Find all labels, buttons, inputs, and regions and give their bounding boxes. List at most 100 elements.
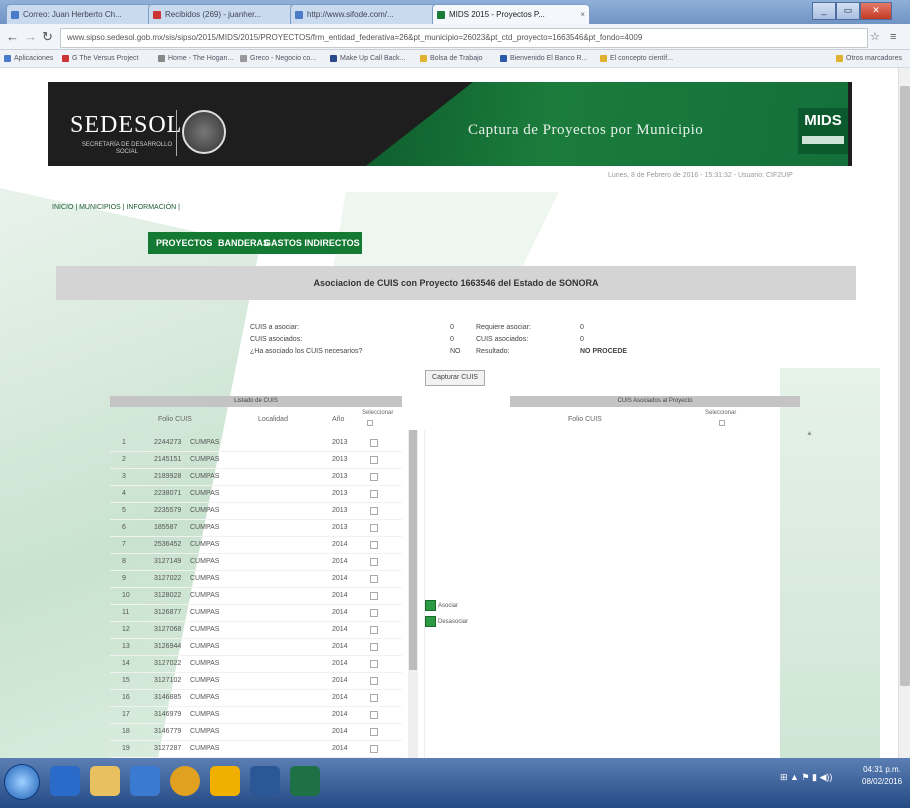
- reload-icon[interactable]: ↻: [42, 29, 53, 45]
- folder-icon[interactable]: [210, 766, 240, 796]
- list-scrollbar[interactable]: [408, 430, 418, 758]
- bookmark-item[interactable]: Greco - Negocio co...: [240, 50, 316, 67]
- row-checkbox[interactable]: [370, 575, 378, 583]
- breadcrumb[interactable]: INICIO | MUNICIPIOS | INFORMACIÓN |: [52, 204, 180, 211]
- cuis-locality: CUMPAS: [190, 575, 220, 582]
- table-row[interactable]: 4 2238071 CUMPAS 2013: [110, 485, 402, 503]
- bookmark-item[interactable]: Otros marcadores: [836, 50, 902, 67]
- scroll-up-icon[interactable]: ▲: [806, 430, 813, 437]
- row-checkbox[interactable]: [370, 558, 378, 566]
- cuis-list: 1 2244273 CUMPAS 2013 2 2145151 CUMPAS 2013 3 218…: [110, 434, 402, 758]
- chrome-icon[interactable]: [170, 766, 200, 796]
- row-number: 6: [122, 524, 126, 531]
- bookmark-item[interactable]: Make Up Call Back...: [330, 50, 405, 67]
- bookmark-item[interactable]: El concepto científ...: [600, 50, 673, 67]
- file-explorer-icon[interactable]: [90, 766, 120, 796]
- cuis-locality: CUMPAS: [190, 677, 220, 684]
- select-all-checkbox[interactable]: [719, 420, 725, 426]
- section-title: Asociacion de CUIS con Proyecto 1663546 …: [313, 278, 599, 288]
- row-checkbox[interactable]: [370, 745, 378, 753]
- clock[interactable]: 04:31 p.m. 08/02/2016: [862, 764, 902, 788]
- row-checkbox[interactable]: [370, 456, 378, 464]
- select-all-checkbox[interactable]: [367, 420, 373, 426]
- close-tab-icon[interactable]: ×: [580, 5, 585, 25]
- list-scrollbar-thumb[interactable]: [409, 430, 417, 670]
- bookmark-star-icon[interactable]: ☆: [870, 29, 880, 45]
- row-checkbox[interactable]: [370, 507, 378, 515]
- row-number: 5: [122, 507, 126, 514]
- row-checkbox[interactable]: [370, 490, 378, 498]
- row-checkbox[interactable]: [370, 660, 378, 668]
- table-row[interactable]: 11 3126877 CUMPAS 2014: [110, 604, 402, 622]
- row-checkbox[interactable]: [370, 728, 378, 736]
- table-row[interactable]: 10 3128022 CUMPAS 2014: [110, 587, 402, 605]
- associate-button[interactable]: Asociar: [425, 600, 458, 611]
- table-row[interactable]: 2 2145151 CUMPAS 2013: [110, 451, 402, 469]
- table-row[interactable]: 18 3146779 CUMPAS 2014: [110, 723, 402, 741]
- forward-icon[interactable]: →: [24, 29, 37, 45]
- media-player-icon[interactable]: [130, 766, 160, 796]
- table-row[interactable]: 17 3146979 CUMPAS 2014: [110, 706, 402, 724]
- cuis-locality: CUMPAS: [190, 728, 220, 735]
- row-checkbox[interactable]: [370, 677, 378, 685]
- row-checkbox[interactable]: [370, 592, 378, 600]
- cuis-folio: 3127149: [154, 558, 182, 565]
- table-row[interactable]: 14 3127022 CUMPAS 2014: [110, 655, 402, 673]
- table-row[interactable]: 12 3127068 CUMPAS 2014: [110, 621, 402, 639]
- menu-item-proyectos[interactable]: PROYECTOS: [156, 232, 212, 254]
- row-checkbox[interactable]: [370, 541, 378, 549]
- row-checkbox[interactable]: [370, 711, 378, 719]
- table-row[interactable]: 8 3127149 CUMPAS 2014: [110, 553, 402, 571]
- row-checkbox[interactable]: [370, 473, 378, 481]
- table-row[interactable]: 9 3127022 CUMPAS 2014: [110, 570, 402, 588]
- table-row[interactable]: 1 2244273 CUMPAS 2013: [110, 434, 402, 452]
- row-checkbox[interactable]: [370, 439, 378, 447]
- table-row[interactable]: 13 3126944 CUMPAS 2014: [110, 638, 402, 656]
- bookmark-item[interactable]: Bolsa de Trabajo: [420, 50, 483, 67]
- close-window-button[interactable]: ✕: [860, 2, 892, 20]
- table-row[interactable]: 19 3127287 CUMPAS 2014: [110, 740, 402, 758]
- capture-cuis-button[interactable]: Capturar CUIS: [425, 370, 485, 386]
- start-button[interactable]: [4, 764, 40, 800]
- browser-tab[interactable]: Recibidos (269) - juanher...×: [148, 4, 306, 25]
- sedesol-logo[interactable]: SEDESOL: [70, 112, 182, 139]
- menu-item-banderas[interactable]: BANDERAS: [218, 232, 269, 254]
- bookmark-item[interactable]: Bienvenido El Banco R...: [500, 50, 587, 67]
- row-number: 1: [122, 439, 126, 446]
- table-row[interactable]: 15 3127102 CUMPAS 2014: [110, 672, 402, 690]
- bookmarks-bar: Aplicaciones G The Versus Project Home -…: [0, 50, 910, 68]
- table-row[interactable]: 16 3146885 CUMPAS 2014: [110, 689, 402, 707]
- row-checkbox[interactable]: [370, 609, 378, 617]
- row-checkbox[interactable]: [370, 626, 378, 634]
- table-row[interactable]: 5 2235579 CUMPAS 2013: [110, 502, 402, 520]
- cuis-folio: 2238071: [154, 490, 182, 497]
- maximize-button[interactable]: ▭: [836, 2, 860, 20]
- menu-icon[interactable]: ≡: [890, 29, 896, 45]
- browser-tab[interactable]: Correo: Juan Herberto Ch...×: [6, 4, 164, 25]
- cuis-year: 2013: [332, 507, 348, 514]
- word-icon[interactable]: [250, 766, 280, 796]
- row-checkbox[interactable]: [370, 643, 378, 651]
- bookmark-item[interactable]: G The Versus Project: [62, 50, 138, 67]
- system-tray[interactable]: ⊞ ▲ ⚑ ▮ ◀)): [780, 772, 832, 783]
- page-scrollbar[interactable]: [898, 68, 910, 758]
- bookmark-item[interactable]: Home - The Hogan...: [158, 50, 233, 67]
- row-number: 18: [122, 728, 130, 735]
- row-checkbox[interactable]: [370, 524, 378, 532]
- table-row[interactable]: 3 2189928 CUMPAS 2013: [110, 468, 402, 486]
- internet-explorer-icon[interactable]: [50, 766, 80, 796]
- browser-tab[interactable]: http://www.sifode.com/...×: [290, 4, 448, 25]
- page-scrollbar-thumb[interactable]: [900, 86, 910, 686]
- row-number: 17: [122, 711, 130, 718]
- table-row[interactable]: 7 2536452 CUMPAS 2014: [110, 536, 402, 554]
- disassociate-button[interactable]: Desasociar: [425, 616, 468, 627]
- browser-tab-active[interactable]: MIDS 2015 - Proyectos P... ×: [432, 4, 590, 25]
- back-icon[interactable]: ←: [6, 29, 19, 45]
- excel-icon[interactable]: [290, 766, 320, 796]
- row-checkbox[interactable]: [370, 694, 378, 702]
- bookmark-item[interactable]: Aplicaciones: [4, 50, 53, 67]
- minimize-button[interactable]: _: [812, 2, 836, 20]
- menu-item-gastos-indirectos[interactable]: GASTOS INDIRECTOS: [264, 232, 360, 254]
- address-bar[interactable]: www.sipso.sedesol.gob.mx/sis/sipso/2015/…: [60, 28, 868, 48]
- table-row[interactable]: 6 185587 CUMPAS 2013: [110, 519, 402, 537]
